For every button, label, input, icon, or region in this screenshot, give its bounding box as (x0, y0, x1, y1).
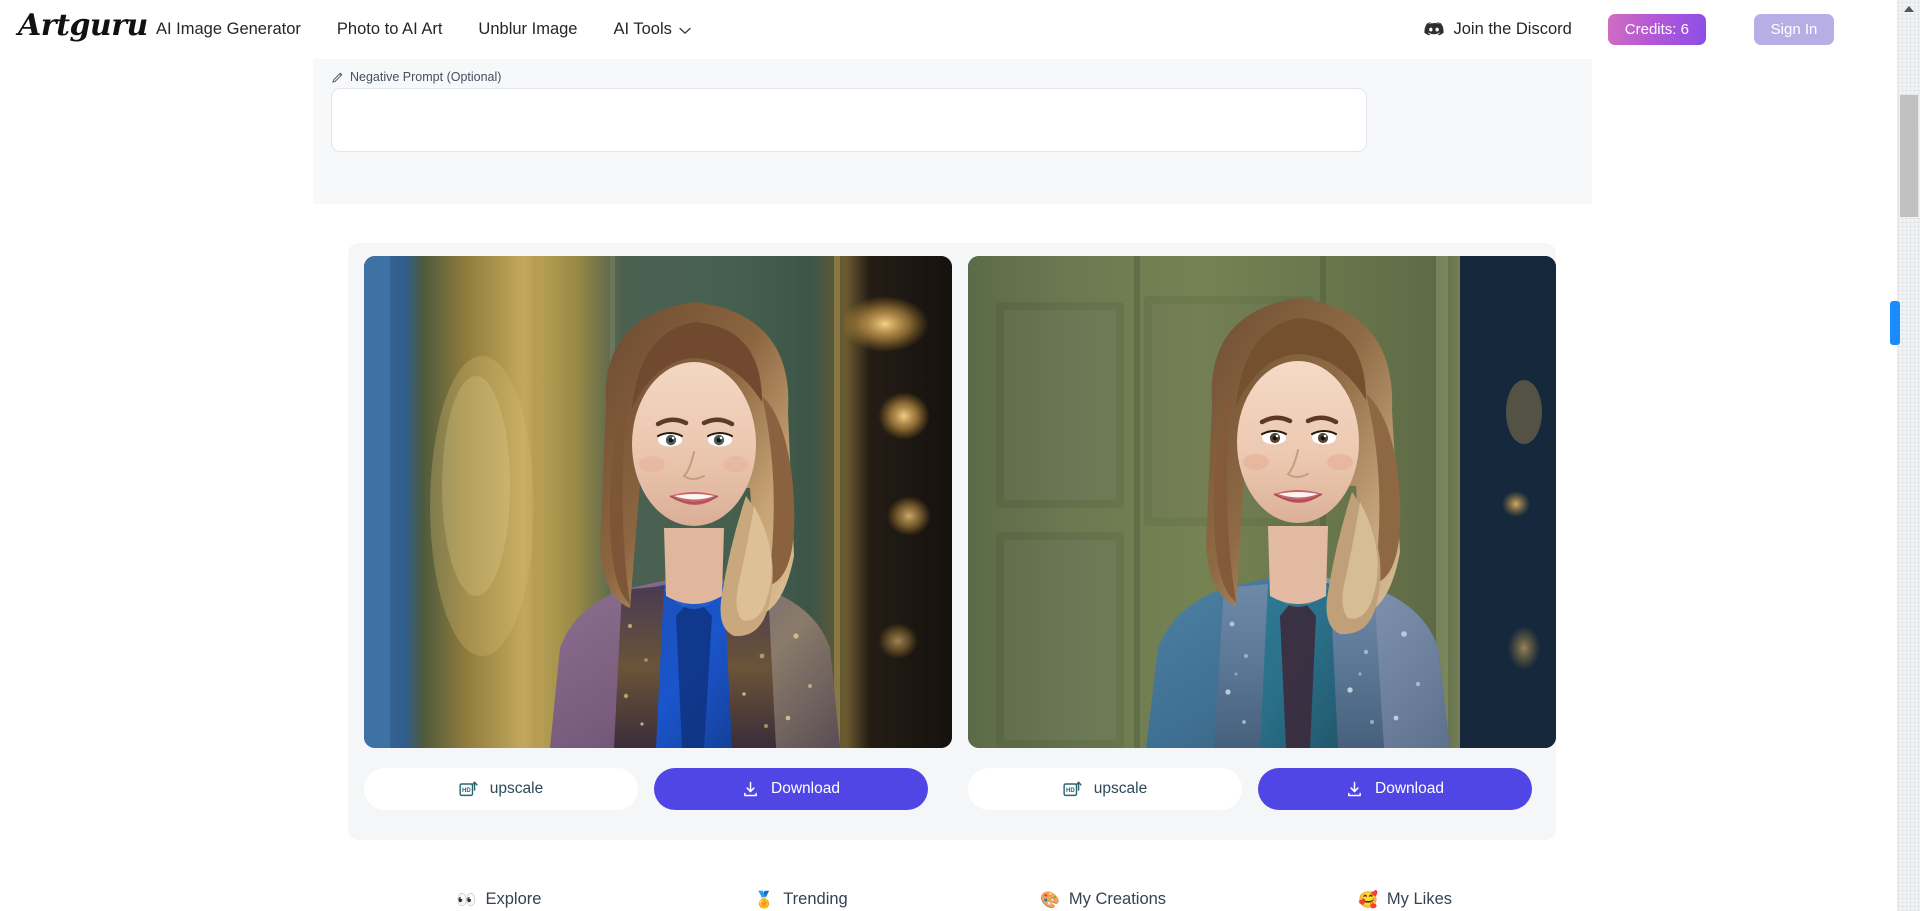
results-container: HD upscale Download HD upscale Download (348, 243, 1556, 840)
bottom-nav-label: Trending (783, 890, 848, 908)
card-actions: HD upscale Download (364, 768, 952, 810)
join-discord-label: Join the Discord (1453, 20, 1572, 38)
nav-label: Photo to AI Art (336, 20, 443, 38)
bottom-nav-item-explore[interactable]: 👀 Explore (348, 890, 650, 909)
palette-icon: 🎨 (1039, 889, 1060, 909)
download-label: Download (1375, 780, 1444, 797)
bottom-nav-label: Explore (485, 890, 542, 908)
nav-item-ai-tools[interactable]: AI Tools (595, 0, 707, 59)
result-card: HD upscale Download (968, 256, 1556, 824)
nav-item-ai-image-generator[interactable]: AI Image Generator (138, 0, 319, 59)
upscale-label: upscale (1093, 780, 1148, 797)
site-header: Artguru AI Image Generator Photo to AI A… (0, 0, 1897, 59)
negative-prompt-input[interactable] (331, 88, 1367, 152)
header-actions: Join the Discord Credits: 6 Sign In (1424, 0, 1834, 59)
page-scrollbar[interactable] (1890, 0, 1920, 911)
svg-text:HD: HD (462, 786, 471, 793)
upscale-label: upscale (489, 780, 544, 797)
generated-image-1[interactable] (364, 256, 952, 748)
upscale-button[interactable]: HD upscale (364, 768, 638, 810)
brand-logo[interactable]: Artguru (18, 8, 148, 43)
hd-upscale-icon: HD (1063, 780, 1082, 799)
nav-label: AI Image Generator (156, 20, 301, 38)
download-label: Download (771, 780, 840, 797)
bottom-nav-item-trending[interactable]: 🏅 Trending (650, 890, 952, 909)
smiling-face-hearts-icon: 🥰 (1357, 889, 1378, 909)
download-button[interactable]: Download (1258, 768, 1532, 810)
bottom-nav-label: My Creations (1068, 890, 1167, 908)
svg-text:HD: HD (1066, 786, 1075, 793)
card-actions: HD upscale Download (968, 768, 1556, 810)
bottom-nav-item-my-creations[interactable]: 🎨 My Creations (952, 890, 1254, 909)
portrait-illustration-2 (968, 256, 1556, 748)
hd-upscale-icon: HD (459, 780, 478, 799)
download-icon (742, 781, 759, 798)
generated-image-2[interactable] (968, 256, 1556, 748)
result-card: HD upscale Download (364, 256, 952, 824)
bottom-nav-label: My Likes (1386, 890, 1453, 908)
chevron-down-icon (679, 27, 691, 34)
portrait-illustration-1 (364, 256, 952, 748)
nav-item-unblur-image[interactable]: Unblur Image (460, 0, 595, 59)
nav-label: AI Tools (613, 20, 672, 38)
nav-label: Unblur Image (478, 20, 578, 38)
download-icon (1346, 781, 1363, 798)
medal-icon: 🏅 (754, 889, 775, 909)
scrollbar-thumb[interactable] (1900, 95, 1918, 217)
negative-prompt-label-text: Negative Prompt (Optional) (350, 70, 502, 84)
nav-item-photo-to-ai-art[interactable]: Photo to AI Art (319, 0, 461, 59)
discord-icon (1424, 22, 1445, 37)
scroll-up-arrow-icon[interactable] (1898, 0, 1920, 18)
bottom-nav: 👀 Explore 🏅 Trending 🎨 My Creations 🥰 My… (348, 888, 1556, 911)
negative-prompt-panel: Negative Prompt (Optional) (313, 59, 1592, 204)
scroll-position-marker (1890, 301, 1900, 345)
download-button[interactable]: Download (654, 768, 928, 810)
credits-button[interactable]: Credits: 6 (1607, 14, 1706, 45)
sign-in-button[interactable]: Sign In (1754, 14, 1834, 45)
negative-prompt-label: Negative Prompt (Optional) (331, 70, 501, 84)
bottom-nav-item-my-likes[interactable]: 🥰 My Likes (1254, 890, 1556, 909)
join-discord-link[interactable]: Join the Discord (1424, 20, 1572, 39)
eyes-icon: 👀 (456, 889, 477, 909)
main-nav: AI Image Generator Photo to AI Art Unblu… (138, 0, 708, 59)
upscale-button[interactable]: HD upscale (968, 768, 1242, 810)
pencil-icon (331, 71, 344, 84)
